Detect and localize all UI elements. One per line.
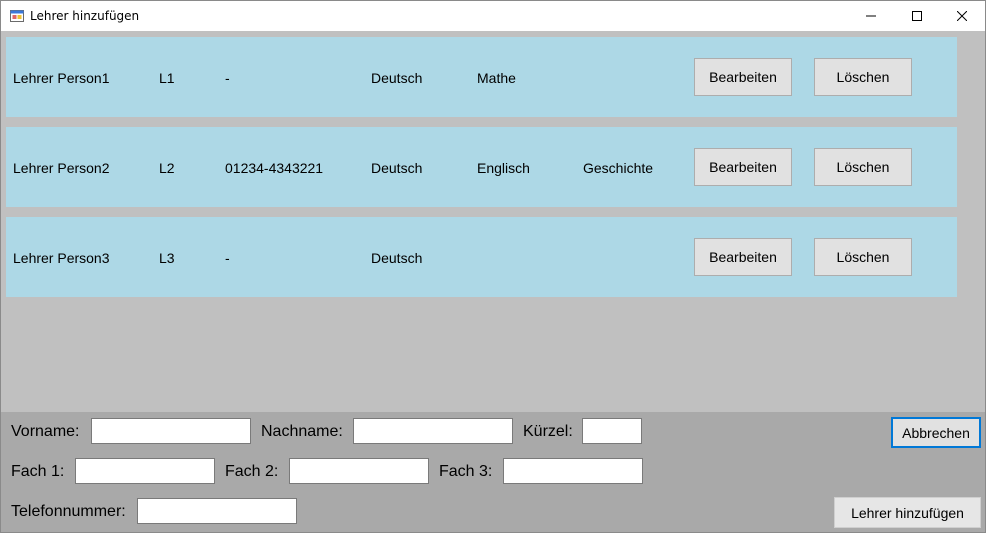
- fach-1-input[interactable]: [75, 458, 215, 484]
- fach-1-label: Fach 1:: [11, 463, 65, 480]
- nachname-input[interactable]: [353, 418, 513, 444]
- teacher-fach-2: Englisch: [477, 160, 530, 176]
- nachname-label: Nachname:: [261, 423, 343, 440]
- delete-button[interactable]: Löschen: [814, 148, 912, 186]
- minimize-icon: [866, 8, 876, 24]
- kuerzel-input[interactable]: [582, 418, 642, 444]
- edit-button[interactable]: Bearbeiten: [694, 238, 792, 276]
- teacher-kuerzel: L1: [159, 70, 175, 86]
- teacher-name: Lehrer Person1: [13, 70, 110, 86]
- vorname-input[interactable]: [91, 418, 251, 444]
- delete-button[interactable]: Löschen: [814, 238, 912, 276]
- teacher-fach-3: Geschichte: [583, 160, 654, 176]
- cancel-button[interactable]: Abbrechen: [891, 417, 981, 448]
- window-app-icon: [10, 9, 24, 23]
- telefon-input[interactable]: [137, 498, 297, 524]
- maximize-icon: [912, 8, 922, 24]
- teacher-telefon: -: [225, 250, 230, 266]
- teacher-kuerzel: L2: [159, 160, 175, 176]
- teacher-telefon: -: [225, 70, 230, 86]
- title-bar: Lehrer hinzufügen: [1, 1, 985, 31]
- teacher-fach-1: Deutsch: [371, 160, 423, 176]
- add-teacher-button[interactable]: Lehrer hinzufügen: [834, 497, 981, 528]
- add-teacher-form: Vorname: Nachname: Kürzel: Abbrechen Fac…: [1, 412, 985, 532]
- edit-button[interactable]: Bearbeiten: [694, 58, 792, 96]
- window-title: Lehrer hinzufügen: [30, 9, 140, 23]
- fach-2-input[interactable]: [289, 458, 429, 484]
- telefon-label: Telefonnummer:: [11, 503, 126, 520]
- teacher-fach-2: Mathe: [477, 70, 516, 86]
- close-icon: [956, 8, 968, 24]
- kuerzel-label: Kürzel:: [523, 423, 573, 440]
- edit-button[interactable]: Bearbeiten: [694, 148, 792, 186]
- delete-button[interactable]: Löschen: [814, 58, 912, 96]
- minimize-button[interactable]: [848, 1, 894, 31]
- maximize-button[interactable]: [894, 1, 940, 31]
- teacher-fach-1: Deutsch: [371, 70, 423, 86]
- teacher-fach-1: Deutsch: [371, 250, 423, 266]
- fach-3-input[interactable]: [503, 458, 643, 484]
- teacher-card-2: Lehrer Person2 L2 01234-4343221 Deutsch …: [6, 127, 957, 207]
- fach-3-label: Fach 3:: [439, 463, 493, 480]
- teacher-list: Lehrer Person1 L1 - Deutsch Mathe Bearbe…: [1, 31, 985, 412]
- teacher-kuerzel: L3: [159, 250, 175, 266]
- teacher-name: Lehrer Person2: [13, 160, 110, 176]
- fach-2-label: Fach 2:: [225, 463, 279, 480]
- main-window: Lehrer hinzufügen Lehrer Person1 L1 - De…: [0, 0, 986, 533]
- vorname-label: Vorname:: [11, 423, 80, 440]
- teacher-card-1: Lehrer Person1 L1 - Deutsch Mathe Bearbe…: [6, 37, 957, 117]
- teacher-card-3: Lehrer Person3 L3 - Deutsch Bearbeiten L…: [6, 217, 957, 297]
- teacher-telefon: 01234-4343221: [225, 160, 324, 176]
- teacher-name: Lehrer Person3: [13, 250, 110, 266]
- close-button[interactable]: [939, 1, 985, 31]
